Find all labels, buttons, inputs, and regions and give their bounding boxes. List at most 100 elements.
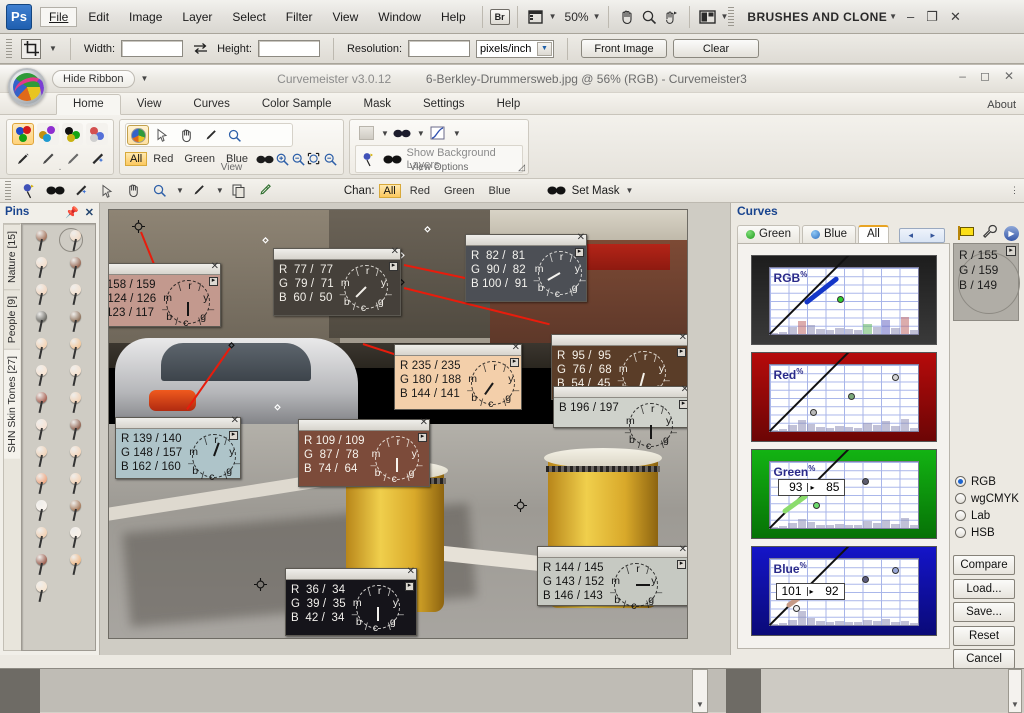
- menu-item-help[interactable]: Help: [432, 7, 475, 27]
- chevron-down-icon[interactable]: ▼: [453, 129, 461, 138]
- close-icon[interactable]: ✕: [512, 343, 520, 353]
- green-output-value[interactable]: 85: [816, 480, 844, 494]
- arrow-select-icon[interactable]: [96, 181, 118, 201]
- popup-3[interactable]: ✕ R 82 / 81 G 90 / 82 B 100 / 91 r y g c b m \ / _ \ /…: [465, 233, 587, 302]
- chevron-down-icon[interactable]: ▼: [549, 12, 557, 21]
- pin-marker-8[interactable]: [513, 498, 527, 512]
- chevron-down-icon[interactable]: ▼: [216, 186, 224, 195]
- zoom-tool-icon[interactable]: [638, 6, 660, 28]
- hand-tool-icon[interactable]: [175, 125, 197, 145]
- close-icon[interactable]: ✕: [85, 206, 94, 219]
- hand-tool-icon[interactable]: [122, 181, 144, 201]
- pin-swatch-item[interactable]: [59, 417, 92, 443]
- close-icon[interactable]: ✕: [420, 418, 428, 428]
- pins-color-swatch-2[interactable]: [36, 123, 59, 145]
- set-mask-button[interactable]: Set Mask: [572, 185, 620, 197]
- popup-title-bar[interactable]: ✕: [466, 233, 586, 246]
- close-icon[interactable]: ✕: [231, 416, 239, 426]
- pin-swatch-item[interactable]: [59, 228, 92, 254]
- mask-glasses-icon[interactable]: [391, 123, 413, 143]
- pushpin-icon[interactable]: 📌: [65, 206, 79, 219]
- chevron-down-icon[interactable]: ▼: [889, 12, 897, 21]
- expand-icon[interactable]: ▸: [209, 277, 218, 286]
- pins-color-swatch-3[interactable]: [61, 123, 84, 145]
- curve-point[interactable]: [861, 575, 869, 583]
- radio-wgcmyk[interactable]: wgCMYK: [955, 490, 1019, 507]
- radio-button-icon[interactable]: [955, 476, 966, 487]
- popup-10[interactable]: ✕ R 36 / 34 G 39 / 35 B 42 / 34 r y g c b m \ / _ \ / _…: [285, 567, 417, 636]
- curve-point[interactable]: [809, 408, 817, 416]
- cancel-button[interactable]: Cancel: [953, 649, 1015, 669]
- color-wheel[interactable]: rygcbm\/_\/_: [608, 561, 662, 612]
- close-icon[interactable]: ✕: [1004, 69, 1014, 83]
- arrow-select-icon[interactable]: [151, 125, 173, 145]
- curves-thumbnails-container[interactable]: RGB% Red% 93 ▸ 85 Green% 101 ▸ 92 Blue%: [737, 243, 950, 649]
- pin-swatch-item[interactable]: [25, 309, 58, 335]
- popup-title-bar[interactable]: ✕: [395, 343, 521, 356]
- close-icon[interactable]: ✕: [211, 262, 219, 272]
- play-icon[interactable]: ▶: [1004, 225, 1019, 241]
- expand-icon[interactable]: ▸: [229, 431, 238, 440]
- chevron-down-icon[interactable]: ▼: [1011, 700, 1019, 709]
- front-image-button[interactable]: Front Image: [581, 39, 668, 58]
- eyedropper-icon[interactable]: [199, 125, 221, 145]
- expand-icon[interactable]: ▸: [677, 560, 686, 569]
- curve-point[interactable]: [891, 566, 899, 574]
- toolbar-overflow-icon[interactable]: ⋮: [1010, 185, 1019, 196]
- pin-marker-9[interactable]: [253, 578, 267, 592]
- pin-swatch-item[interactable]: [25, 228, 58, 254]
- resolution-units-select[interactable]: pixels/inch ▼: [476, 39, 555, 58]
- tab-settings[interactable]: Settings: [407, 95, 481, 114]
- chevron-down-icon[interactable]: ▼: [696, 700, 704, 709]
- toolbar-channel-blue[interactable]: Blue: [484, 184, 516, 198]
- toolbar-channel-red[interactable]: Red: [405, 184, 435, 198]
- pin-swatch-item[interactable]: [25, 579, 58, 605]
- curve-thumb-green[interactable]: 93 ▸ 85 Green%: [751, 449, 937, 539]
- pin-swatch-item[interactable]: [59, 282, 92, 308]
- color-wheel[interactable]: rygcbm\/_\/_: [338, 263, 392, 314]
- pin-swatch-item[interactable]: [25, 390, 58, 416]
- popup-title-bar[interactable]: ✕: [116, 416, 240, 429]
- pin-swatch-item[interactable]: [25, 471, 58, 497]
- pins-color-swatch-1[interactable]: [12, 123, 34, 145]
- screen-mode-icon[interactable]: [525, 6, 547, 28]
- pins-list[interactable]: [21, 223, 96, 651]
- pins-tab-nature[interactable]: Nature [15]: [4, 224, 20, 289]
- chevron-down-icon[interactable]: ▼: [176, 186, 184, 195]
- color-wheel[interactable]: rygcbm\/_\/_: [350, 583, 404, 634]
- magnifier-icon[interactable]: [148, 181, 170, 201]
- pin-swatch-item[interactable]: [25, 444, 58, 470]
- height-input[interactable]: [257, 40, 320, 57]
- expand-icon[interactable]: ▸: [418, 433, 427, 442]
- tab-help[interactable]: Help: [481, 95, 537, 114]
- popup-title-bar[interactable]: ✕: [274, 247, 400, 260]
- mask-glasses-icon[interactable]: [44, 181, 66, 201]
- magic-wand-icon[interactable]: [70, 181, 92, 201]
- pin-swatch-item[interactable]: [59, 525, 92, 551]
- blue-output-value[interactable]: 92: [816, 584, 844, 598]
- popup-title-bar[interactable]: ✕: [299, 418, 429, 431]
- pin-swatch-item[interactable]: [59, 471, 92, 497]
- pins-color-swatch-4[interactable]: [86, 123, 109, 145]
- menu-item-file[interactable]: File: [40, 6, 78, 27]
- pin-swatch-item[interactable]: [59, 498, 92, 524]
- pin-swatch-item[interactable]: [25, 336, 58, 362]
- pin-swatch-item[interactable]: [59, 336, 92, 362]
- minimize-icon[interactable]: –: [907, 9, 914, 24]
- expand-icon[interactable]: ▸: [679, 400, 687, 409]
- popup-title-bar[interactable]: ✕: [552, 333, 687, 346]
- popup-1[interactable]: ✕R 158 / 159G 124 / 126B 123 / 117rygcbm…: [109, 262, 221, 329]
- restore-icon[interactable]: ❐: [926, 9, 938, 25]
- pins-tab-shn-skin-tones[interactable]: SHN Skin Tones [27]: [4, 349, 20, 459]
- curve-value-box-blue[interactable]: 101 ▸ 92: [775, 582, 845, 600]
- pin-swatch-item[interactable]: [25, 363, 58, 389]
- compare-button[interactable]: Compare: [953, 555, 1015, 575]
- pin-marker-1[interactable]: [132, 220, 146, 234]
- curve-plot-blue[interactable]: 101 ▸ 92 Blue%: [768, 547, 920, 627]
- popup-title-bar[interactable]: ✕: [538, 545, 687, 558]
- chevron-down-icon[interactable]: ▼: [49, 44, 57, 53]
- dialog-launcher-icon[interactable]: ◿: [518, 162, 525, 173]
- save-button[interactable]: Save...: [953, 602, 1015, 622]
- menu-item-edit[interactable]: Edit: [79, 7, 118, 27]
- swap-dimensions-icon[interactable]: [189, 38, 211, 60]
